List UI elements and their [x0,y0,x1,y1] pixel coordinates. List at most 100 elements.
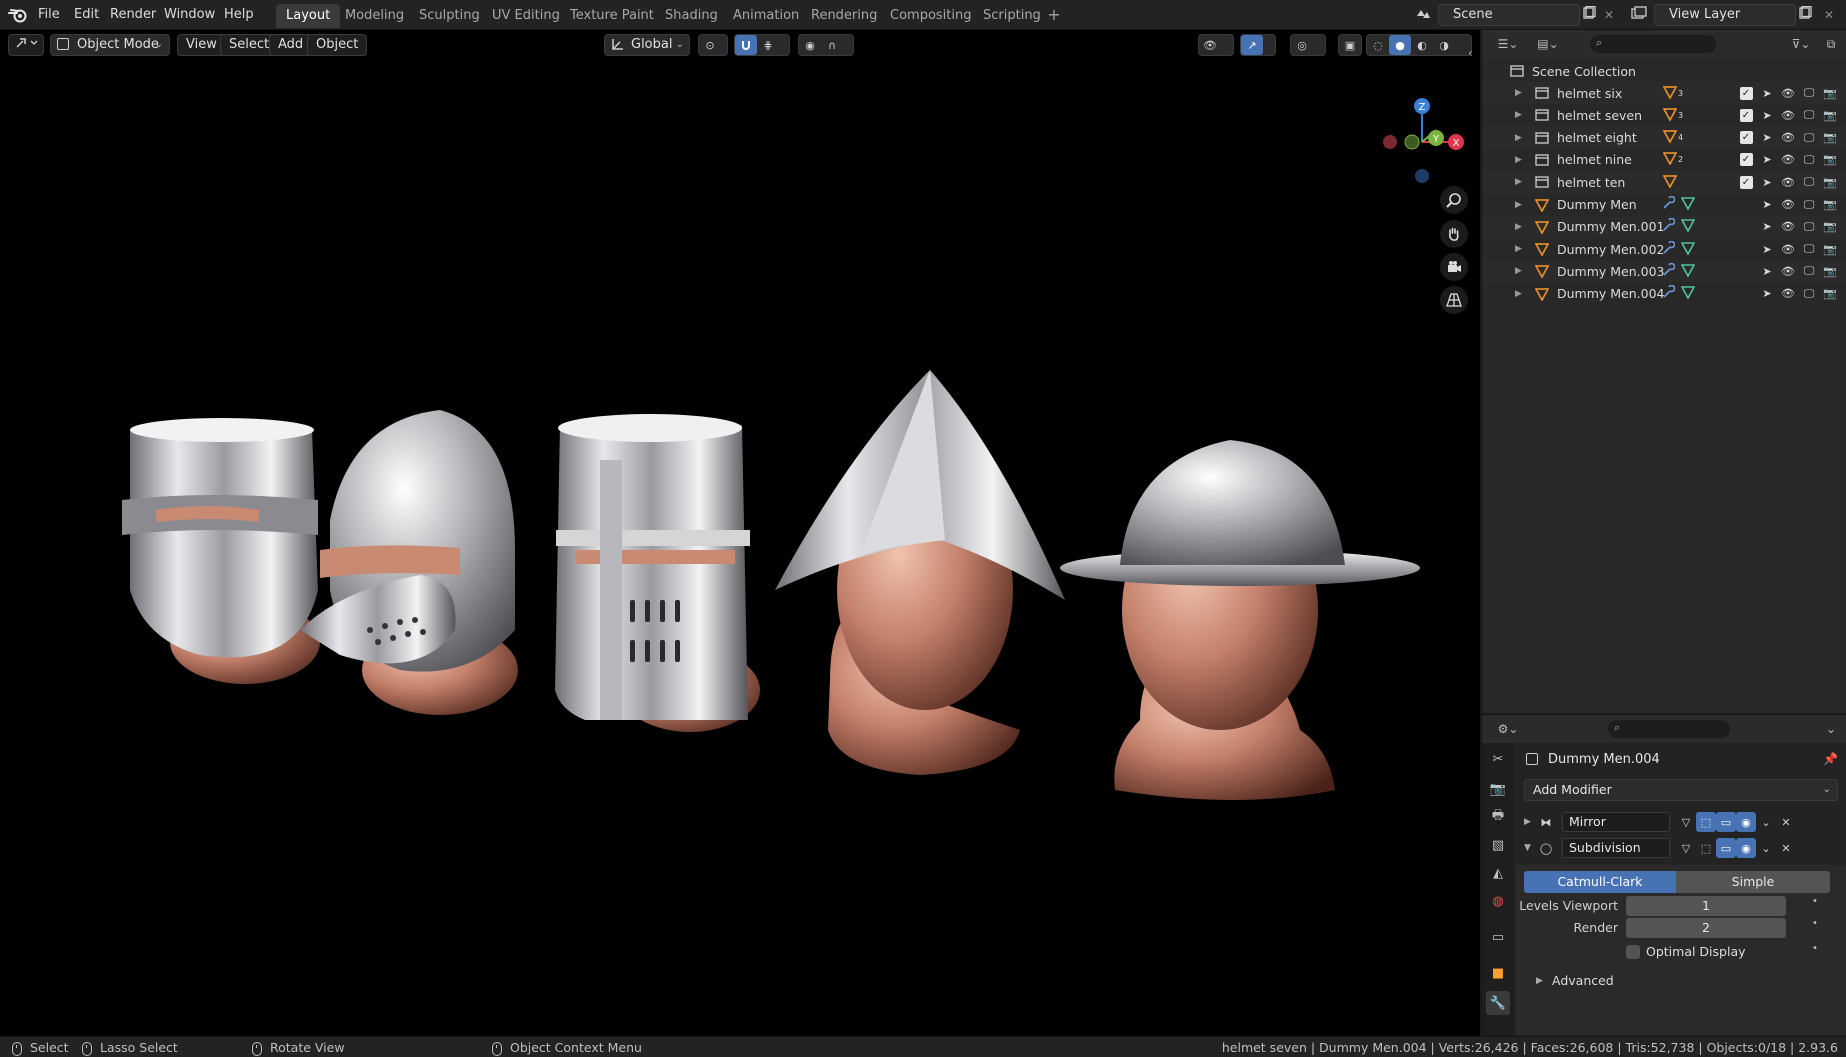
eye-visibility-icon[interactable]: 👁 [1779,196,1797,214]
menu-window[interactable]: Window [156,4,223,26]
helmet-ten-model[interactable] [1060,440,1420,800]
eye-visibility-icon[interactable]: 👁 [1779,129,1797,147]
modifier-wrench-icon[interactable] [1661,217,1676,235]
mesh-data-icon[interactable] [1680,285,1696,302]
eye-visibility-icon[interactable]: 👁 [1779,106,1797,124]
selectable-arrow-icon[interactable]: ➤ [1758,84,1776,102]
outliner-row[interactable]: ▶ helmet six 3 ✓ ➤ 👁 🖵 📷 [1482,82,1846,104]
monitor-viewport-icon[interactable]: 🖵 [1800,218,1818,236]
selectable-arrow-icon[interactable]: ➤ [1758,106,1776,124]
selectable-arrow-icon[interactable]: ➤ [1758,151,1776,169]
modifier-wrench-icon[interactable] [1661,262,1676,280]
expand-arrow-icon[interactable]: ▶ [1515,200,1525,210]
monitor-viewport-icon[interactable]: 🖵 [1800,285,1818,303]
new-view-layer-icon[interactable] [1796,5,1814,24]
new-collection-icon[interactable]: ⧉ [1822,35,1840,53]
menu-edit[interactable]: Edit [66,4,107,26]
render-levels-field[interactable]: 2 [1626,918,1786,938]
remove-modifier-icon[interactable]: ✕ [1776,838,1796,858]
tool-tab-icon[interactable]: ✂ [1486,747,1510,771]
viewport-display-toggle-icon[interactable]: ▭ [1716,812,1736,832]
output-tab-icon[interactable]: 🖶 [1486,805,1510,829]
outliner-row[interactable]: ▶ Dummy Men ➤ 👁 🖵 📷 [1482,194,1846,216]
exclude-checkbox[interactable]: ✓ [1737,129,1755,147]
world-tab-icon[interactable]: ◍ [1486,889,1510,913]
collection-tab-icon[interactable]: ▭ [1486,925,1510,949]
catmull-clark-option[interactable]: Catmull-Clark [1524,871,1676,893]
selectable-arrow-icon[interactable]: ➤ [1758,218,1776,236]
tab-layout[interactable]: Layout [276,4,341,28]
delete-scene-icon[interactable]: ✕ [1600,6,1618,24]
camera-render-icon[interactable]: 📷 [1821,196,1839,214]
expand-arrow-icon[interactable]: ▶ [1536,976,1543,986]
render-toggle-icon[interactable]: ◉ [1736,838,1756,858]
tab-scripting[interactable]: Scripting [973,4,1051,28]
camera-render-icon[interactable]: 📷 [1821,151,1839,169]
camera-view-icon[interactable] [1440,253,1468,281]
exclude-checkbox[interactable]: ✓ [1737,106,1755,124]
scene-browse-icon[interactable] [1414,6,1432,24]
tab-shading[interactable]: Shading [655,4,728,28]
keyframe-dot-icon[interactable]: • [1812,896,1818,907]
render-toggle-icon[interactable]: ◉ [1736,812,1756,832]
zoom-icon[interactable] [1440,186,1468,214]
expand-arrow-icon[interactable]: ▶ [1515,155,1525,165]
modifier-menu-icon[interactable]: ⌄ [1756,838,1776,858]
modifier-wrench-icon[interactable] [1661,195,1676,213]
expand-arrow-icon[interactable]: ▶ [1515,88,1525,98]
camera-render-icon[interactable]: 📷 [1821,262,1839,280]
edit-mode-toggle-icon[interactable]: ▽ [1676,812,1696,832]
expand-arrow-icon[interactable]: ▶ [1515,244,1525,254]
eye-visibility-icon[interactable]: 👁 [1779,151,1797,169]
child-object-indicator[interactable]: 4 [1662,129,1683,146]
menu-file[interactable]: File [30,4,68,26]
tab-compositing[interactable]: Compositing [880,4,982,28]
scene-name-field[interactable]: Scene [1438,4,1580,26]
helmet-eight-model[interactable] [555,414,760,732]
tab-texture-paint[interactable]: Texture Paint [560,4,664,28]
pin-icon[interactable]: 📌 [1823,752,1838,766]
outliner-row[interactable]: ▶ helmet eight 4 ✓ ➤ 👁 🖵 📷 [1482,126,1846,149]
camera-render-icon[interactable]: 📷 [1821,173,1839,191]
monitor-viewport-icon[interactable]: 🖵 [1800,173,1818,191]
outliner-editor-type-icon[interactable]: ☰⌄ [1492,35,1524,53]
expand-arrow-icon[interactable]: ▶ [1515,289,1525,299]
outliner-search-input[interactable]: ⌕ [1590,35,1716,53]
display-mode-icon[interactable]: ▤⌄ [1532,35,1564,53]
helmet-seven-model[interactable] [300,410,518,715]
simple-option[interactable]: Simple [1676,871,1830,893]
expand-arrow-icon[interactable]: ▶ [1524,817,1536,827]
properties-options-icon[interactable]: ⌄ [1822,720,1840,738]
object-tab-icon[interactable]: ■ [1486,961,1510,985]
collapse-arrow-icon[interactable]: ▼ [1524,843,1536,853]
view-layer-tab-icon[interactable]: ▧ [1486,833,1510,857]
pan-hand-icon[interactable] [1440,220,1468,248]
expand-arrow-icon[interactable]: ▶ [1515,177,1525,187]
mesh-data-icon[interactable] [1680,218,1696,235]
viewport-display-toggle-icon[interactable]: ▭ [1716,838,1736,858]
navigation-gizmo[interactable]: Z X Y [1383,98,1464,183]
menu-render[interactable]: Render [102,4,164,26]
outliner-row[interactable]: ▶ helmet ten ✓ ➤ 👁 🖵 📷 [1482,171,1846,194]
monitor-viewport-icon[interactable]: 🖵 [1800,84,1818,102]
mesh-data-icon[interactable] [1680,196,1696,213]
add-workspace-button[interactable]: + [1045,6,1063,24]
outliner-row[interactable]: ▶ Dummy Men.002 ➤ 👁 🖵 📷 [1482,238,1846,260]
tab-rendering[interactable]: Rendering [801,4,887,28]
modifier-tab-icon[interactable]: 🔧 [1486,991,1510,1015]
mesh-data-icon[interactable] [1680,263,1696,280]
modifier-wrench-icon[interactable] [1661,240,1676,258]
selectable-arrow-icon[interactable]: ➤ [1758,173,1776,191]
monitor-viewport-icon[interactable]: 🖵 [1800,262,1818,280]
edit-mode-toggle-icon[interactable]: ▽ [1676,838,1696,858]
mesh-data-icon[interactable] [1680,241,1696,258]
selectable-arrow-icon[interactable]: ➤ [1758,240,1776,258]
child-object-indicator[interactable]: 2 [1662,151,1683,168]
modifier-menu-icon[interactable]: ⌄ [1756,812,1776,832]
properties-search-input[interactable]: ⌕ [1608,720,1730,738]
delete-view-layer-icon[interactable]: ✕ [1820,6,1838,24]
expand-arrow-icon[interactable]: ▶ [1515,133,1525,143]
camera-render-icon[interactable]: 📷 [1821,129,1839,147]
selectable-arrow-icon[interactable]: ➤ [1758,285,1776,303]
advanced-subpanel-label[interactable]: Advanced [1552,973,1614,988]
